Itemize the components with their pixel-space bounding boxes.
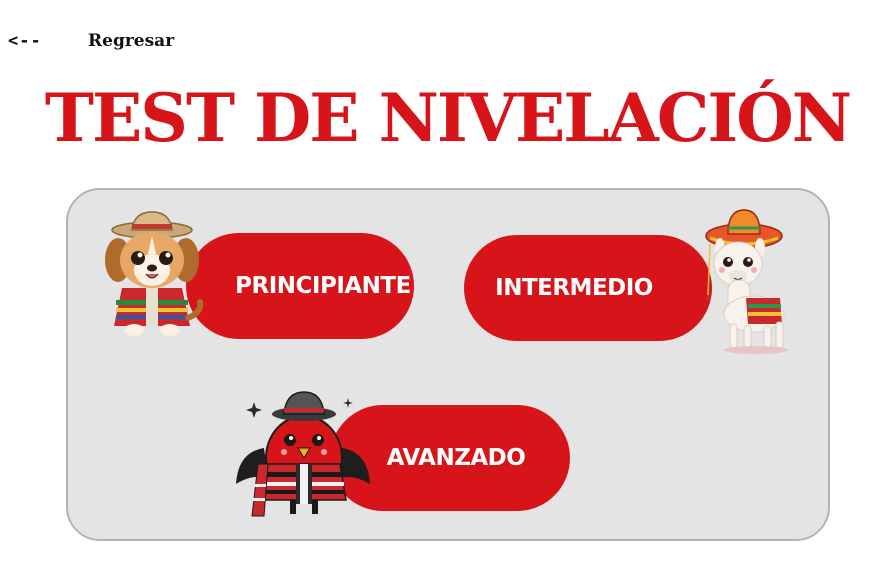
bird-mascot-icon	[234, 388, 374, 523]
back-arrow-icon: <--	[8, 31, 42, 51]
back-label: Regresar	[88, 31, 175, 51]
principiante-button[interactable]: PRINCIPIANTE	[186, 233, 414, 339]
intermedio-button[interactable]: INTERMEDIO	[464, 235, 712, 341]
intermedio-label: INTERMEDIO	[495, 275, 653, 301]
back-link[interactable]: <-- Regresar	[8, 31, 174, 51]
avanzado-label: AVANZADO	[386, 445, 526, 471]
principiante-label: PRINCIPIANTE	[235, 273, 411, 299]
dog-mascot-icon	[98, 208, 210, 338]
page-title: TEST DE NIVELACIÓN	[44, 79, 852, 157]
level-options-panel: PRINCIPIANTE INTERMEDIO AVANZADO	[66, 188, 830, 541]
level-test-page: <-- Regresar TEST DE NIVELACIÓN PRINCIPI…	[0, 0, 895, 573]
llama-mascot-icon	[698, 206, 798, 356]
